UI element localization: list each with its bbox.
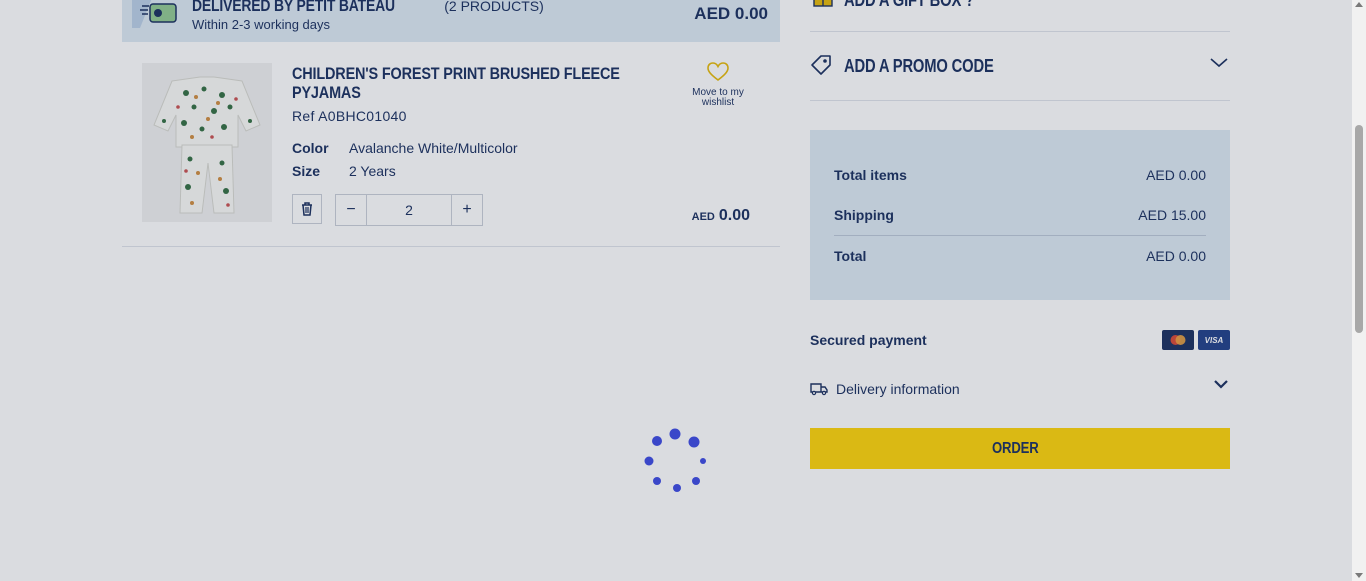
scrollbar-thumb[interactable]: [1355, 125, 1363, 333]
scroll-up-arrow-icon[interactable]: [1355, 2, 1363, 7]
loading-spinner-icon: [644, 428, 706, 492]
scroll-down-arrow-icon[interactable]: [1355, 573, 1363, 578]
page-scrollbar[interactable]: [1352, 0, 1366, 581]
